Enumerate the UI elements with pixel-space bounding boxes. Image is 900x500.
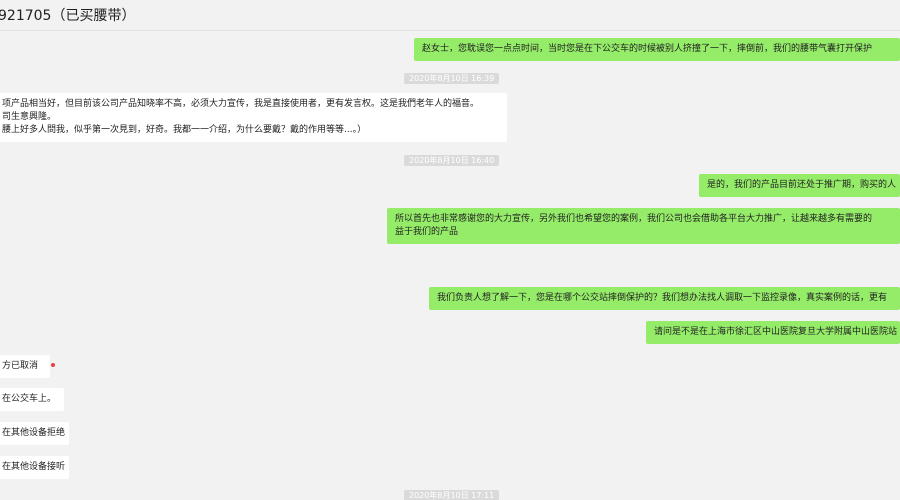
message-list[interactable]: 赵女士，您耽误您一点点时间，当时您是在下公交车的时候被别人挤撞了一下，摔倒前，我… bbox=[0, 31, 900, 500]
unread-dot-icon bbox=[51, 363, 55, 367]
message-text: 所以首先也非常感谢您的大力宣传，另外我们也希望您的案例，我们公司也会借助各平台大… bbox=[395, 214, 873, 224]
message-text: 腰上好多人問我，似乎第一次見到，好奇。我都一一介绍，为什么要戴？戴的作用等等..… bbox=[2, 125, 367, 135]
message-text: 益于我们的产品 bbox=[395, 227, 459, 237]
timestamp: 2020年8月10日 17:11 bbox=[404, 490, 500, 500]
message-bubble-incoming[interactable]: 在其他设备拒绝 bbox=[0, 422, 69, 445]
message-text: 是的，我们的产品目前还处于推广期，购买的人 bbox=[707, 180, 897, 190]
message-bubble-outgoing[interactable]: 我们负责人想了解一下，您是在哪个公交站摔倒保护的？我们想办法找人调取一下监控录像… bbox=[429, 287, 900, 310]
message-text: 在其他设备拒绝 bbox=[2, 428, 66, 438]
message-text: 司生意興隆。 bbox=[2, 112, 57, 122]
message-bubble-incoming[interactable]: 在其他设备接听 bbox=[0, 456, 69, 479]
message-bubble-outgoing[interactable]: 是的，我们的产品目前还处于推广期，购买的人 bbox=[699, 174, 900, 197]
message-text: 我们负责人想了解一下，您是在哪个公交站摔倒保护的？我们想办法找人调取一下监控录像… bbox=[437, 293, 888, 303]
message-text: 在公交车上。 bbox=[2, 394, 57, 404]
message-bubble-outgoing[interactable]: 请问是不是在上海市徐汇区中山医院复旦大学附属中山医院站 bbox=[646, 321, 900, 344]
message-bubble-incoming[interactable]: 项产品相当好，但目前该公司产品知晓率不高，必须大力宣传，我是直接使用者，更有发言… bbox=[0, 93, 507, 142]
message-bubble-incoming[interactable]: 方已取消 bbox=[0, 355, 50, 378]
message-text: 请问是不是在上海市徐汇区中山医院复旦大学附属中山医院站 bbox=[654, 327, 898, 337]
message-bubble-incoming[interactable]: 在公交车上。 bbox=[0, 388, 64, 411]
timestamp: 2020年8月10日 16:40 bbox=[404, 155, 500, 166]
message-text: 在其他设备接听 bbox=[2, 462, 66, 472]
message-bubble-outgoing[interactable]: 赵女士，您耽误您一点点时间，当时您是在下公交车的时候被别人挤撞了一下，摔倒前，我… bbox=[414, 38, 900, 61]
timestamp: 2020年8月10日 16:39 bbox=[404, 73, 500, 84]
message-text: 方已取消 bbox=[2, 361, 39, 371]
message-text: 赵女士，您耽误您一点点时间，当时您是在下公交车的时候被别人挤撞了一下，摔倒前，我… bbox=[422, 44, 873, 54]
chat-title: 921705（已买腰带） bbox=[0, 8, 136, 24]
chat-header: 921705（已买腰带） bbox=[0, 0, 900, 31]
message-bubble-outgoing[interactable]: 所以首先也非常感谢您的大力宣传，另外我们也希望您的案例，我们公司也会借助各平台大… bbox=[387, 208, 900, 244]
message-text: 项产品相当好，但目前该公司产品知晓率不高，必须大力宣传，我是直接使用者，更有发言… bbox=[2, 99, 480, 109]
